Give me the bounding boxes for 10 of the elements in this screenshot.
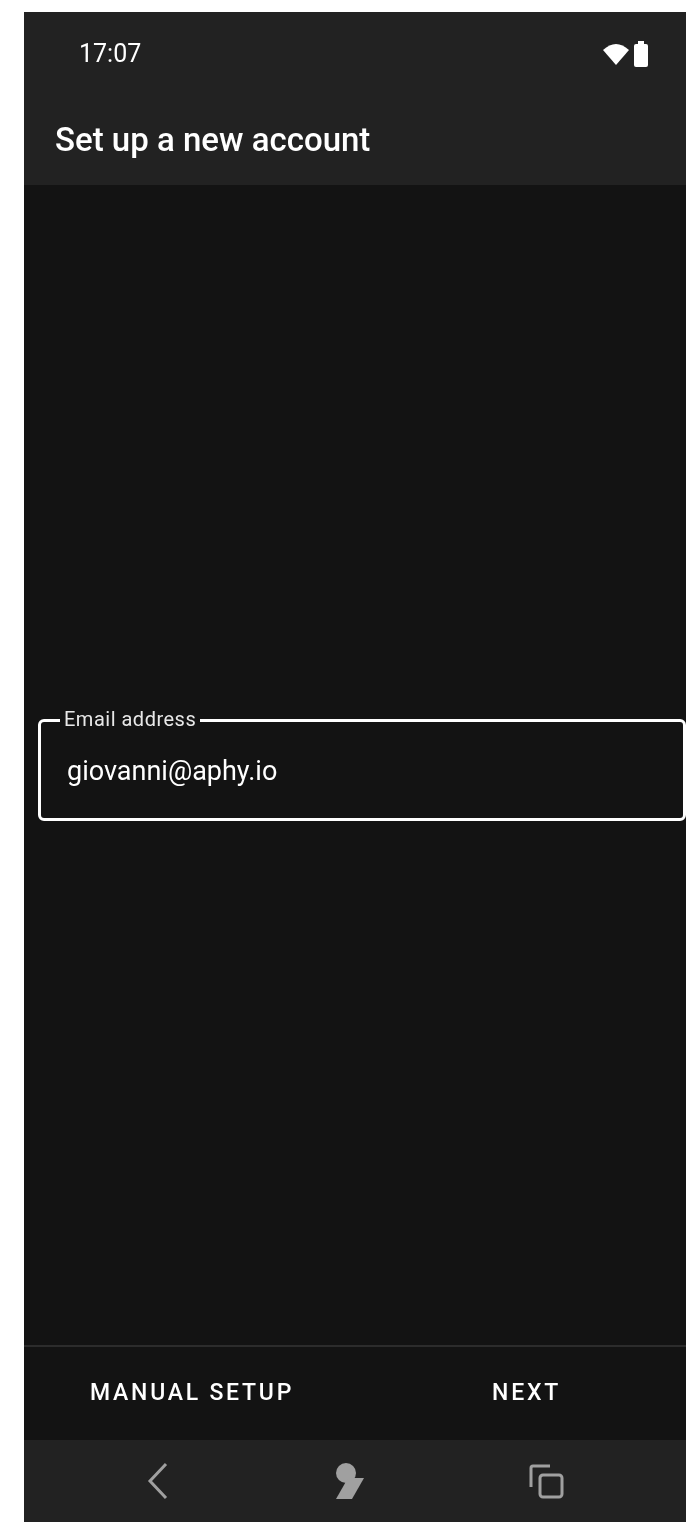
battery-icon (634, 40, 648, 67)
next-button[interactable]: NEXT (466, 1349, 587, 1438)
recent-apps-icon[interactable] (528, 1463, 564, 1499)
wifi-icon (602, 41, 630, 66)
assistant-icon[interactable] (334, 1462, 364, 1500)
manual-setup-button[interactable]: MANUAL SETUP (64, 1349, 321, 1438)
status-time: 17:07 (79, 37, 142, 70)
field-value: giovanni@aphy.io (67, 753, 278, 789)
app-bar-title: Set up a new account (55, 119, 371, 162)
back-icon[interactable] (146, 1462, 170, 1500)
